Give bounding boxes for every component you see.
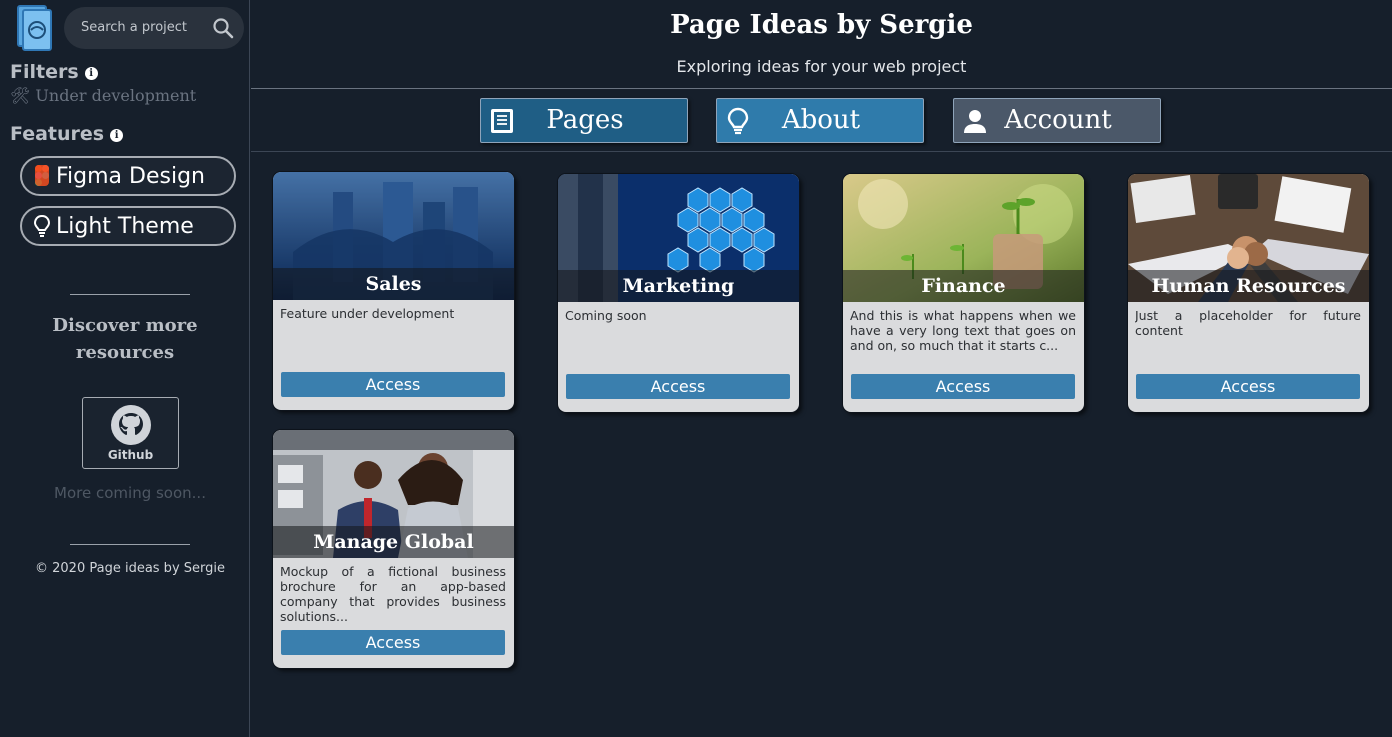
nav-pages-label: Pages [546,105,624,135]
card-title: Finance [843,270,1084,302]
discover-heading: Discover more resources [0,312,250,366]
card-image: Manage Global [273,430,514,558]
access-button[interactable]: Access [566,374,790,399]
access-button[interactable]: Access [1136,374,1360,399]
nav-about-button[interactable]: About [716,98,924,143]
card-description: Just a placeholder for future content [1135,308,1361,338]
sidebar-divider [70,294,190,295]
search-input[interactable]: Search a project [64,7,244,49]
nav-about-label: About [781,105,861,135]
project-card-sales: Sales Feature under development Access [273,172,514,410]
github-icon [110,405,151,445]
features-heading: Features i [10,123,124,145]
card-title: Marketing [558,270,799,302]
card-image: Marketing [558,174,799,302]
page-title: Page Ideas by Sergie [670,10,973,40]
info-icon[interactable]: i [110,129,124,142]
nav-account-label: Account [1004,105,1112,135]
access-button[interactable]: Access [281,630,505,655]
light-theme-toggle[interactable]: Light Theme [20,206,236,246]
copyright-text: © 2020 Page ideas by Sergie [35,561,225,576]
search-placeholder: Search a project [81,20,188,35]
card-description: Mockup of a fictional business brochure … [280,564,506,624]
card-title: Human Resources [1128,270,1369,302]
search-icon[interactable] [212,17,234,39]
card-title: Sales [273,268,514,300]
access-button[interactable]: Access [281,372,505,397]
features-heading-label: Features [10,123,105,145]
main-nav: Pages About Account [251,90,1392,152]
access-button[interactable]: Access [851,374,1075,399]
card-image: Sales [273,172,514,300]
github-button[interactable]: Github [82,397,179,469]
card-description: Feature under development [280,306,455,321]
project-card-finance: Finance And this is what happens when we… [843,174,1084,412]
card-description: Coming soon [565,308,647,323]
app-logo-icon[interactable] [16,5,54,51]
sidebar: Search a project Filters i 🛠 Under develo… [0,0,250,737]
more-coming-text: More coming soon... [54,484,206,502]
discover-heading-text: Discover more resources [52,315,198,363]
nav-pages-button[interactable]: Pages [480,98,688,143]
page-subtitle: Exploring ideas for your web project [676,57,967,76]
light-theme-label: Light Theme [56,213,194,239]
info-icon[interactable]: i [84,67,98,80]
card-title: Manage Global [273,526,514,558]
lightbulb-icon [33,214,51,237]
figma-icon [35,165,49,186]
project-card-marketing: Marketing Coming soon Access [558,174,799,412]
figma-design-toggle[interactable]: Figma Design [20,156,236,196]
nav-account-button[interactable]: Account [953,98,1161,143]
card-image: Finance [843,174,1084,302]
card-image: Human Resources [1128,174,1369,302]
github-label: Github [107,448,154,462]
sidebar-divider [70,544,190,545]
filters-heading: Filters i [10,61,98,83]
filters-status: 🛠 Under development [10,86,197,105]
page-header: Page Ideas by Sergie Exploring ideas for… [251,0,1392,89]
project-card-manage-global: Manage Global Mockup of a fictional busi… [273,430,514,668]
project-card-human-resources: Human Resources Just a placeholder for f… [1128,174,1369,412]
filters-heading-label: Filters [10,61,79,83]
card-description: And this is what happens when we have a … [850,308,1076,353]
figma-design-label: Figma Design [56,163,205,189]
